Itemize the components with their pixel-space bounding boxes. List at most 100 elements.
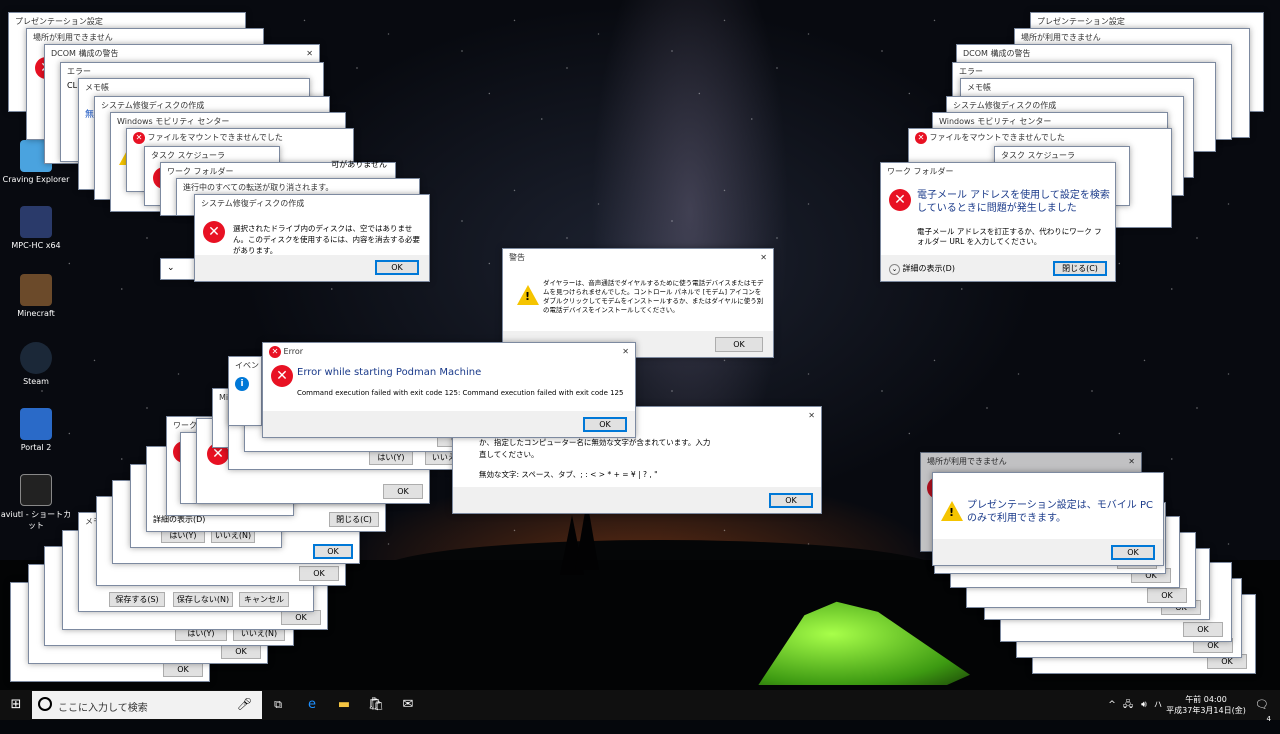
microphone-icon[interactable]: 🎤︎	[237, 697, 252, 711]
desktop-icon-mpc-hc[interactable]: MPC-HC x64	[0, 206, 72, 250]
network-icon[interactable]: 🖧︎	[1120, 690, 1136, 720]
dialog-title: DCOM 構成の警告	[963, 49, 1031, 58]
dialog-title: メモ帳	[85, 83, 109, 92]
details-toggle[interactable]: ⌄ 詳細の表示(D)	[889, 263, 955, 275]
fragment: 無	[85, 110, 95, 120]
ok-button[interactable]: OK	[1183, 622, 1223, 637]
dialog-title: ✕ Error	[263, 343, 635, 361]
fragment: CL	[67, 81, 78, 90]
yes-button[interactable]: はい(Y)	[369, 450, 413, 465]
dialog-title: システム修復ディスクの作成	[201, 199, 305, 208]
dialog-heading: 電子メール アドレスを使用して設定を検索しているときに問題が発生しました	[917, 190, 1110, 214]
fragment: 可がありません	[331, 160, 387, 169]
dialog-footer	[263, 411, 635, 437]
dialog-mobility: ! プレゼンテーション設定は、モバイル PC のみで利用できます。 OK	[932, 472, 1164, 566]
icon-label: Steam	[23, 377, 49, 386]
error-icon: ✕	[269, 345, 281, 358]
aviutl-icon	[20, 474, 52, 506]
ime-indicator[interactable]: ハ	[1152, 690, 1164, 720]
notification-count: 4	[1266, 715, 1271, 723]
ok-button[interactable]: OK	[583, 417, 627, 432]
store-icon[interactable]: 🛍︎	[364, 690, 388, 720]
time: 午前 04:00	[1185, 695, 1227, 704]
taskbar: ⊞ ここに入力して検索 🎤︎ ⧉ e ▬ 🛍︎ ✉ ^ 🖧︎ 🔊︎ ハ 午前 0…	[0, 690, 1280, 723]
desktop-icon-minecraft[interactable]: Minecraft	[0, 274, 72, 318]
chevron-up-icon[interactable]: ^	[1104, 690, 1120, 720]
icon-label: aviutl - ショートカット	[0, 510, 72, 530]
ok-button[interactable]: OK	[281, 610, 321, 625]
error-icon: ✕	[271, 365, 293, 387]
mail-icon[interactable]: ✉	[396, 690, 420, 720]
dialog-message: Command execution failed with exit code …	[297, 389, 624, 397]
taskbar-search[interactable]: ここに入力して検索 🎤︎	[32, 691, 262, 719]
ok-button[interactable]: OK	[1147, 588, 1187, 603]
dialog-title: ワーク フォルダー	[887, 167, 954, 176]
dont-save-button[interactable]: 保存しない(N)	[173, 592, 233, 607]
dialog-title: 場所が利用できません	[927, 457, 1007, 466]
dialog-title: ✕ ファイルをマウントできませんでした	[909, 129, 1171, 147]
dialog-message: プレゼンテーション設定は、モバイル PC のみで利用できます。	[967, 500, 1153, 524]
desktop-icon-portal2[interactable]: Portal 2	[0, 408, 72, 452]
chevron-down-icon: ⌄	[889, 264, 900, 275]
invalid-chars: 無効な文字: スペース、タブ、; : < > * + = ¥ | ? , "	[479, 470, 658, 479]
error-icon: ✕	[133, 131, 145, 144]
close-icon[interactable]: ✕	[1122, 453, 1135, 471]
dialog-title: 警告	[509, 253, 525, 262]
minecraft-icon	[20, 274, 52, 306]
save-button[interactable]: 保存する(S)	[109, 592, 165, 607]
dialog-message: ダイヤラーは、音声通話でダイヤルするために使う電話デバイスまたはモデムを見つけら…	[543, 279, 764, 314]
ok-button[interactable]: OK	[221, 644, 261, 659]
ok-button[interactable]: OK	[715, 337, 763, 352]
close-icon[interactable]: ✕	[300, 45, 313, 63]
ok-button[interactable]: OK	[313, 544, 353, 559]
date: 平成37年3月14日(金)	[1166, 706, 1246, 715]
close-icon[interactable]: ✕	[802, 407, 815, 425]
close-button[interactable]: 閉じる(C)	[1053, 261, 1107, 276]
cancel-button[interactable]: キャンセル	[239, 592, 289, 607]
dialog-message-2: 直してください。	[479, 450, 539, 459]
warning-icon: !	[941, 501, 963, 521]
dialog-title: イベント	[235, 361, 261, 370]
portal-icon	[20, 408, 52, 440]
dialog-sysrepair: システム修復ディスクの作成 ✕ 選択されたドライブ内のディスクは、空ではありませ…	[194, 194, 430, 282]
mpc-hc-icon	[20, 206, 52, 238]
dialog-event-fragment: イベント i	[228, 356, 262, 426]
ok-button[interactable]: OK	[299, 566, 339, 581]
search-icon	[38, 697, 52, 711]
dialog-title: ✕ ファイルをマウントできませんでした	[127, 129, 353, 147]
dialog-footer	[453, 487, 821, 513]
steam-icon	[20, 342, 52, 374]
search-placeholder: ここに入力して検索	[58, 703, 148, 714]
dialog-heading: Error while starting Podman Machine	[297, 367, 482, 378]
icon-label: Minecraft	[17, 309, 55, 318]
close-icon[interactable]: ✕	[616, 343, 629, 361]
dialog-message: 電子メール アドレスを訂正するか、代わりにワーク フォルダー URL を入力して…	[917, 227, 1102, 246]
notification-icon[interactable]: 🗨︎ 4	[1250, 690, 1274, 723]
windows-start-icon[interactable]: ⊞	[0, 690, 32, 720]
ok-button[interactable]: OK	[769, 493, 813, 508]
ok-button[interactable]: OK	[375, 260, 419, 275]
ok-button[interactable]: OK	[1111, 545, 1155, 560]
dialog-title: DCOM 構成の警告	[51, 49, 119, 58]
clock[interactable]: 午前 04:00 平成37年3月14日(金)	[1166, 694, 1246, 716]
close-icon[interactable]: ✕	[754, 249, 767, 267]
dialog-message: か、指定したコンピューター名に無効な文字が含まれています。入力	[479, 438, 711, 447]
task-view-icon[interactable]: ⧉	[266, 690, 290, 720]
desktop-wallpaper: Craving Explorer MPC-HC x64 Minecraft St…	[0, 0, 1280, 690]
warning-icon: !	[517, 285, 539, 305]
edge-icon[interactable]: e	[300, 690, 324, 720]
dialog-podman: ✕ Error ✕ ✕ Error while starting Podman …	[262, 342, 636, 438]
icon-label: Craving Explorer	[2, 175, 70, 184]
desktop-icon-steam[interactable]: Steam	[0, 342, 72, 386]
icon-label: MPC-HC x64	[11, 241, 61, 250]
file-explorer-icon[interactable]: ▬	[332, 690, 356, 720]
ok-button[interactable]: OK	[383, 484, 423, 499]
icon-label: Portal 2	[20, 443, 52, 452]
desktop-icon-aviutl[interactable]: aviutl - ショートカット	[0, 474, 72, 531]
error-icon: ✕	[889, 189, 911, 211]
dialog-message: 選択されたドライブ内のディスクは、空ではありません。このディスクを使用するには、…	[233, 224, 420, 255]
close-button[interactable]: 閉じる(C)	[329, 512, 379, 527]
volume-icon[interactable]: 🔊︎	[1136, 690, 1152, 720]
error-icon: ✕	[915, 131, 927, 144]
ok-button[interactable]: OK	[163, 662, 203, 677]
